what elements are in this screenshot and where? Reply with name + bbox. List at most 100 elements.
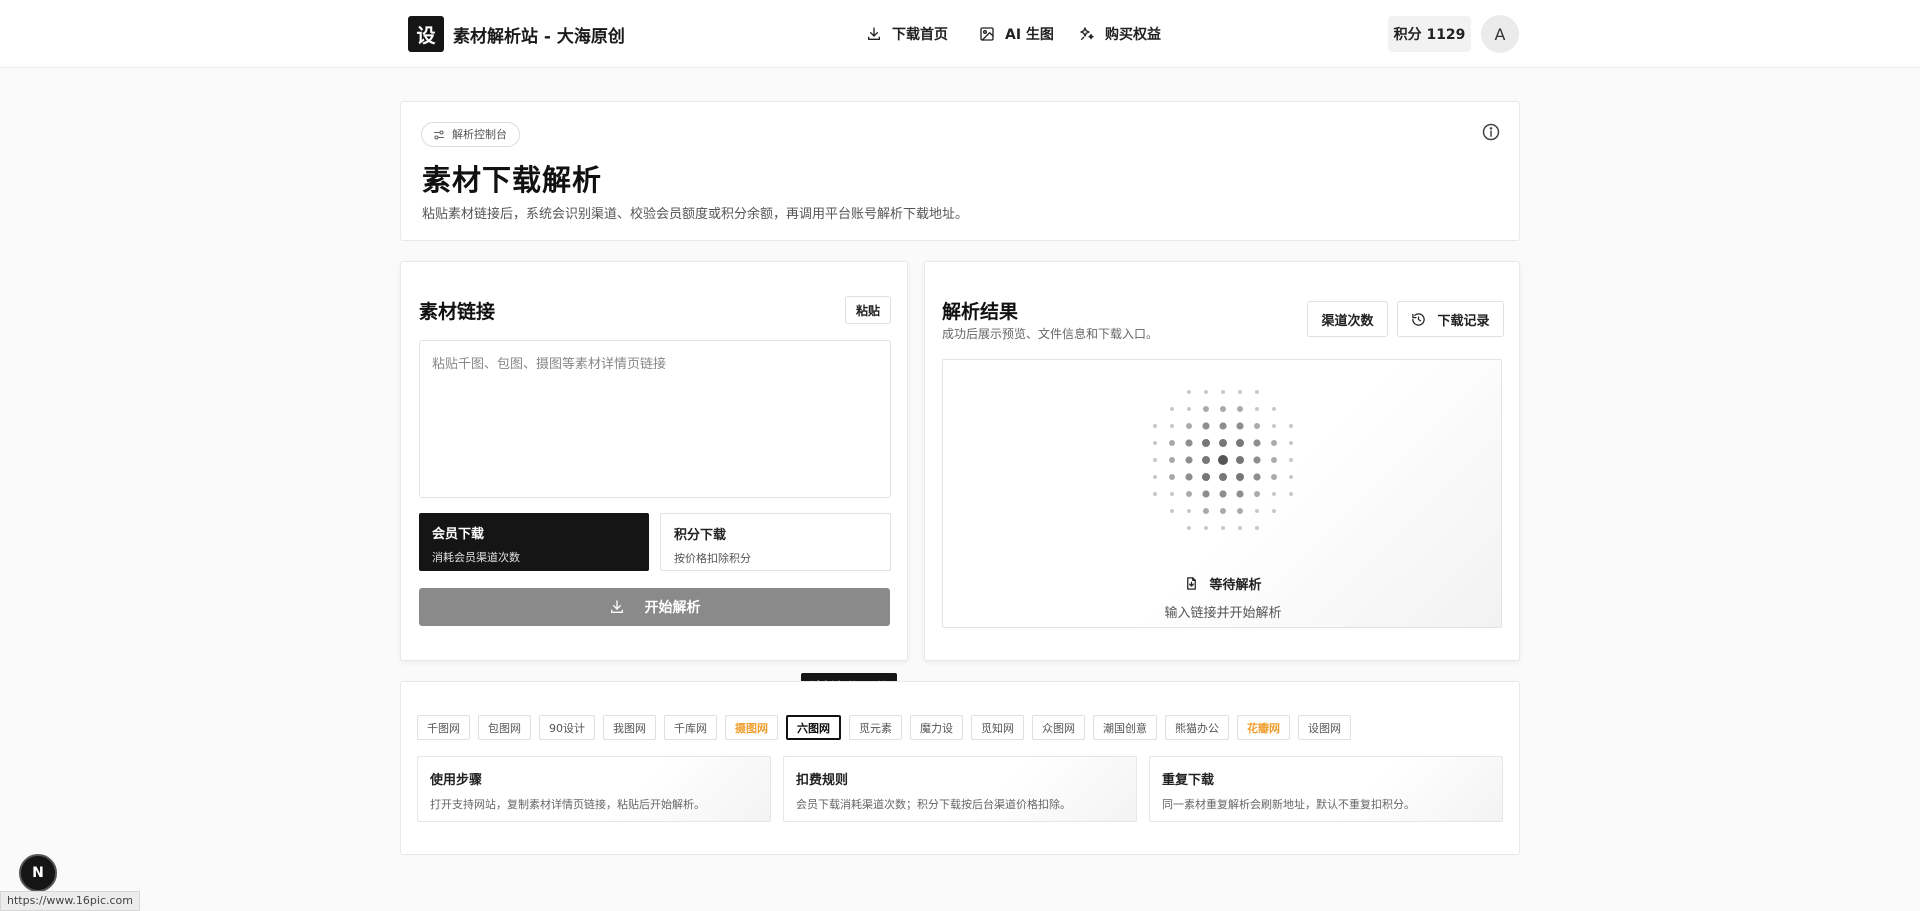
channel-count-button[interactable]: 渠道次数	[1307, 301, 1388, 337]
status-url: https://www.16pic.com	[0, 891, 140, 911]
pattern-dot	[1236, 473, 1244, 481]
logo[interactable]: 设	[408, 16, 444, 52]
start-parse-label: 开始解析	[644, 600, 701, 616]
nav-download-home[interactable]: 下载首页	[866, 24, 948, 44]
pattern-dot	[1253, 456, 1261, 464]
console-badge: 解析控制台	[421, 122, 520, 147]
pattern-dot	[1220, 508, 1226, 514]
repeat-download-box: 重复下载 同一素材重复解析会刷新地址，默认不重复扣积分。	[1149, 756, 1503, 822]
result-panel-subtitle: 成功后展示预览、文件信息和下载入口。	[942, 327, 1159, 341]
site-tag[interactable]: 千图网	[417, 715, 470, 740]
pattern-dot	[1238, 526, 1242, 530]
pattern-dot	[1153, 492, 1157, 496]
pattern-dot	[1253, 439, 1261, 447]
pattern-dot	[1237, 508, 1243, 514]
pattern-dot	[1255, 509, 1259, 513]
pattern-dot	[1254, 423, 1260, 429]
points-download-option[interactable]: 积分下载 按价格扣除积分	[660, 513, 891, 571]
pattern-dot	[1236, 490, 1244, 498]
avatar[interactable]: A	[1481, 15, 1519, 53]
start-parse-button[interactable]: 开始解析	[419, 588, 890, 626]
site-tag[interactable]: 六图网	[786, 715, 841, 740]
pattern-dot	[1219, 490, 1227, 498]
points-download-title: 积分下载	[674, 528, 727, 543]
pattern-dot	[1170, 492, 1174, 496]
pattern-dot	[1271, 440, 1277, 446]
download-icon	[868, 27, 880, 40]
site-tag[interactable]: 千库网	[664, 715, 717, 740]
repeat-download-text: 同一素材重复解析会刷新地址，默认不重复扣积分。	[1162, 798, 1415, 811]
pattern-dot	[1289, 458, 1293, 462]
pattern-dot	[1186, 491, 1192, 497]
pattern-dot	[1153, 424, 1157, 428]
site-tag[interactable]: 熊猫办公	[1165, 715, 1229, 740]
site-tag[interactable]: 包图网	[478, 715, 531, 740]
nav-download-home-label: 下载首页	[892, 27, 948, 43]
pattern-dot	[1185, 456, 1193, 464]
pattern-dot	[1186, 423, 1192, 429]
pattern-dot	[1153, 475, 1157, 479]
pattern-dot	[1221, 390, 1225, 394]
site-tag[interactable]: 觅元素	[849, 715, 902, 740]
result-panel: 解析结果 成功后展示预览、文件信息和下载入口。 渠道次数 下载记录 等待解析 输…	[924, 261, 1520, 661]
pattern-dot	[1255, 526, 1259, 530]
download-history-button[interactable]: 下载记录	[1397, 301, 1504, 337]
site-title[interactable]: 素材解析站 - 大海原创	[453, 22, 625, 47]
site-tag[interactable]: 摄图网	[725, 715, 778, 740]
file-download-icon	[1187, 577, 1197, 590]
pattern-dot	[1271, 457, 1277, 463]
top-navigation-bar: 设 素材解析站 - 大海原创 下载首页 AI 生图 购买权益 积分 1129 A	[0, 0, 1920, 68]
pattern-dot	[1236, 439, 1244, 447]
nav-buy-benefits[interactable]: 购买权益	[1079, 24, 1161, 44]
pattern-dot	[1219, 473, 1227, 481]
pattern-dot	[1238, 390, 1242, 394]
pattern-dot	[1289, 475, 1293, 479]
pattern-dot	[1169, 457, 1175, 463]
pattern-dot	[1204, 390, 1208, 394]
site-tag[interactable]: 设图网	[1298, 715, 1351, 740]
usage-steps-box: 使用步骤 打开支持网站，复制素材详情页链接，粘贴后开始解析。	[417, 756, 771, 822]
pattern-dot	[1153, 458, 1157, 462]
site-tag[interactable]: 潮国创意	[1093, 715, 1157, 740]
pattern-dot	[1219, 422, 1227, 430]
billing-rules-text: 会员下载消耗渠道次数；积分下载按后台渠道价格扣除。	[796, 798, 1071, 811]
paste-button[interactable]: 粘贴	[845, 296, 891, 324]
pattern-dot	[1202, 422, 1210, 430]
pattern-dot	[1153, 441, 1157, 445]
pattern-dot	[1289, 492, 1293, 496]
pattern-dot	[1203, 406, 1209, 412]
pattern-dot	[1187, 407, 1191, 411]
billing-rules-box: 扣费规则 会员下载消耗渠道次数；积分下载按后台渠道价格扣除。	[783, 756, 1137, 822]
pattern-dot	[1170, 424, 1174, 428]
pattern-dot	[1237, 406, 1243, 412]
site-tag[interactable]: 90设计	[539, 715, 595, 740]
waiting-title: 等待解析	[1209, 578, 1262, 593]
pattern-dot	[1254, 491, 1260, 497]
member-download-subtitle: 消耗会员渠道次数	[432, 551, 520, 564]
site-tag[interactable]: 众图网	[1032, 715, 1085, 740]
link-input[interactable]	[419, 340, 891, 498]
points-balance[interactable]: 积分 1129	[1388, 16, 1471, 52]
console-badge-label: 解析控制台	[452, 128, 507, 141]
sliders-icon	[433, 130, 445, 140]
download-history-label: 下载记录	[1437, 313, 1490, 329]
pattern-dot	[1289, 441, 1293, 445]
nav-ai-image[interactable]: AI 生图	[979, 24, 1054, 44]
nav-buy-benefits-label: 购买权益	[1105, 27, 1161, 43]
dev-tools-badge[interactable]: N	[19, 854, 57, 892]
waiting-hint: 输入链接并开始解析	[1164, 606, 1282, 621]
member-download-option[interactable]: 会员下载 消耗会员渠道次数	[419, 513, 649, 571]
site-tag[interactable]: 花瓣网	[1237, 715, 1290, 740]
pattern-dot	[1236, 456, 1244, 464]
info-icon[interactable]	[1481, 122, 1501, 142]
site-tag[interactable]: 觅知网	[971, 715, 1024, 740]
pattern-dot	[1202, 439, 1210, 447]
site-tag[interactable]: 魔力设	[910, 715, 963, 740]
site-tag[interactable]: 我图网	[603, 715, 656, 740]
usage-steps-title: 使用步骤	[430, 773, 483, 788]
history-icon	[1412, 312, 1426, 326]
console-card: 解析控制台 素材下载解析 粘贴素材链接后，系统会识别渠道、校验会员额度或积分余额…	[400, 101, 1520, 241]
pattern-dot	[1185, 439, 1193, 447]
supported-sites-card: 千图网 包图网 90设计 我图网 千库网 摄图网 六图网 觅元素 魔力设 觅知网 众图网 潮国创意 熊猫…	[400, 681, 1520, 855]
pattern-dot	[1236, 422, 1244, 430]
